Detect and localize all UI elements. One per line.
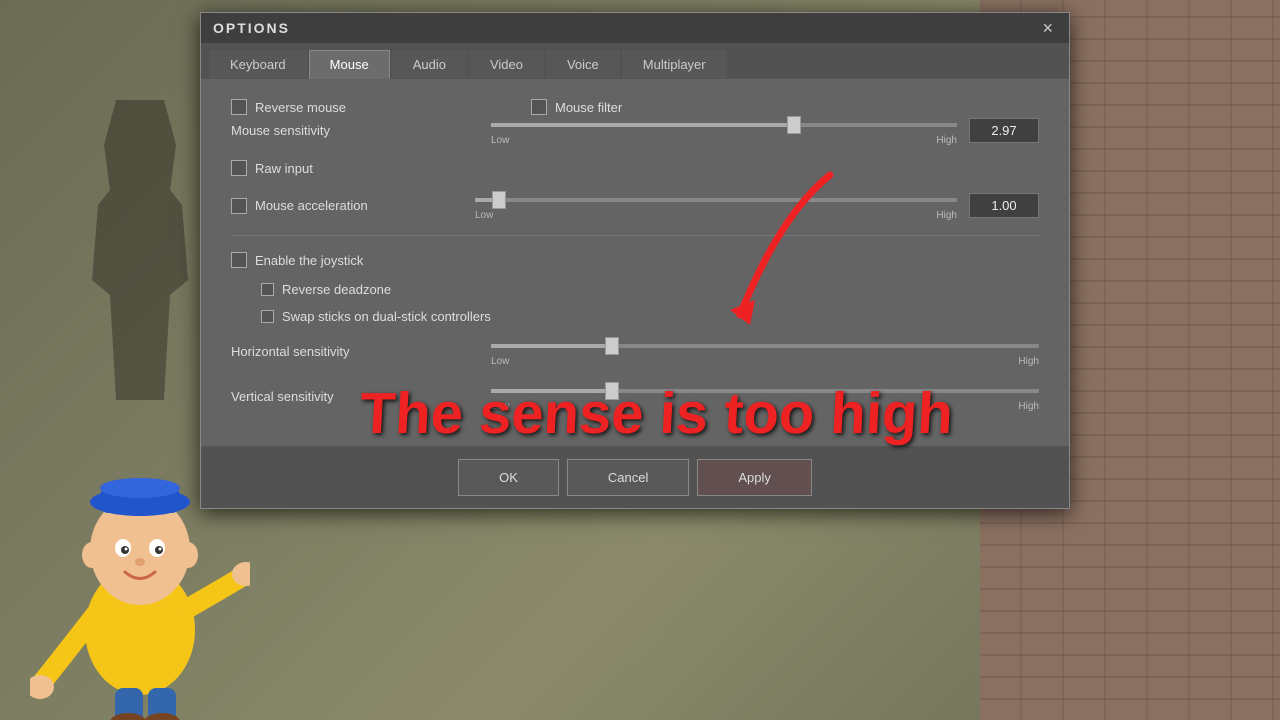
dialog-footer: OK Cancel Apply [201, 446, 1069, 508]
accel-high-label: High [936, 210, 957, 221]
mouse-acceleration-slider-container: Low High [475, 190, 957, 221]
mouse-sensitivity-slider-container: Low High [491, 115, 957, 146]
dialog-content: Reverse mouse Mouse filter Mouse sensiti… [201, 79, 1069, 446]
mouse-acceleration-label: Mouse acceleration [255, 198, 475, 213]
sensitivity-high-label: High [936, 135, 957, 146]
mouse-sensitivity-thumb[interactable] [787, 116, 801, 134]
reverse-deadzone-label: Reverse deadzone [282, 282, 391, 297]
vertical-sensitivity-row: Vertical sensitivity Low High [231, 381, 1039, 412]
vertical-sensitivity-track[interactable] [491, 389, 1039, 393]
tab-keyboard[interactable]: Keyboard [209, 50, 307, 78]
reverse-deadzone-checkbox[interactable] [261, 283, 274, 296]
raw-input-group: Raw input [231, 160, 491, 176]
enable-joystick-checkbox[interactable] [231, 252, 247, 268]
ok-button[interactable]: OK [458, 459, 559, 496]
reverse-mouse-checkbox[interactable] [231, 99, 247, 115]
mouse-acceleration-range-labels: Low High [475, 210, 957, 221]
mouse-filter-checkbox[interactable] [531, 99, 547, 115]
reverse-mouse-label: Reverse mouse [255, 100, 346, 115]
swap-sticks-row: Swap sticks on dual-stick controllers [261, 309, 1039, 324]
dialog-title: OPTIONS [213, 20, 290, 36]
player-silhouette [80, 100, 200, 400]
vertical-sensitivity-thumb[interactable] [605, 382, 619, 400]
vert-high-label: High [1018, 401, 1039, 412]
tab-voice[interactable]: Voice [546, 50, 620, 78]
cancel-button[interactable]: Cancel [567, 459, 689, 496]
sensitivity-low-label: Low [491, 135, 509, 146]
mouse-sensitivity-track[interactable] [491, 123, 957, 127]
tab-video[interactable]: Video [469, 50, 544, 78]
close-button[interactable]: × [1038, 19, 1057, 37]
raw-input-label: Raw input [255, 161, 313, 176]
enable-joystick-group: Enable the joystick [231, 252, 491, 268]
vert-low-label: Low [491, 401, 509, 412]
mouse-sensitivity-fill [491, 123, 794, 127]
swap-sticks-group: Swap sticks on dual-stick controllers [261, 309, 521, 324]
mouse-acceleration-track[interactable] [475, 198, 957, 202]
enable-joystick-label: Enable the joystick [255, 253, 363, 268]
enable-joystick-row: Enable the joystick [231, 252, 1039, 268]
mouse-acceleration-row: Mouse acceleration Low High [231, 190, 1039, 221]
mouse-acceleration-value[interactable] [969, 193, 1039, 218]
tab-audio[interactable]: Audio [392, 50, 467, 78]
accel-low-label: Low [475, 210, 493, 221]
mouse-filter-group: Mouse filter [531, 99, 791, 115]
swap-sticks-label: Swap sticks on dual-stick controllers [282, 309, 491, 324]
reverse-mouse-group: Reverse mouse [231, 99, 491, 115]
raw-input-checkbox[interactable] [231, 160, 247, 176]
mouse-sensitivity-label: Mouse sensitivity [231, 123, 491, 138]
horizontal-sensitivity-fill [491, 344, 612, 348]
swap-sticks-checkbox[interactable] [261, 310, 274, 323]
horiz-low-label: Low [491, 356, 509, 367]
caillou-character [30, 400, 250, 720]
options-dialog: OPTIONS × Keyboard Mouse Audio Video Voi… [200, 12, 1070, 509]
mouse-sensitivity-value[interactable] [969, 118, 1039, 143]
horizontal-sensitivity-label: Horizontal sensitivity [231, 344, 491, 359]
joystick-section: Enable the joystick Reverse deadzone Swa… [231, 252, 1039, 412]
vertical-sensitivity-fill [491, 389, 612, 393]
tab-mouse[interactable]: Mouse [309, 50, 390, 79]
reverse-deadzone-group: Reverse deadzone [261, 282, 521, 297]
tabs-container: Keyboard Mouse Audio Video Voice Multipl… [201, 44, 1069, 79]
row-checkboxes-top: Reverse mouse Mouse filter [231, 99, 1039, 115]
mouse-acceleration-thumb[interactable] [492, 191, 506, 209]
vertical-sensitivity-range-labels: Low High [491, 401, 1039, 412]
vertical-sensitivity-slider-container: Low High [491, 381, 1039, 412]
apply-button[interactable]: Apply [697, 459, 812, 496]
horizontal-sensitivity-row: Horizontal sensitivity Low High [231, 336, 1039, 367]
mouse-accel-checkbox[interactable] [231, 198, 247, 214]
vertical-sensitivity-label: Vertical sensitivity [231, 389, 491, 404]
horizontal-sensitivity-slider-container: Low High [491, 336, 1039, 367]
tab-multiplayer[interactable]: Multiplayer [622, 50, 727, 78]
horizontal-sensitivity-track[interactable] [491, 344, 1039, 348]
section-divider [231, 235, 1039, 236]
horizontal-sensitivity-range-labels: Low High [491, 356, 1039, 367]
horiz-high-label: High [1018, 356, 1039, 367]
mouse-sensitivity-range-labels: Low High [491, 135, 957, 146]
reverse-deadzone-row: Reverse deadzone [261, 282, 1039, 297]
mouse-filter-label: Mouse filter [555, 100, 622, 115]
raw-input-row: Raw input [231, 160, 1039, 176]
horizontal-sensitivity-thumb[interactable] [605, 337, 619, 355]
mouse-sensitivity-row: Mouse sensitivity Low High [231, 115, 1039, 146]
dialog-titlebar: OPTIONS × [201, 13, 1069, 44]
